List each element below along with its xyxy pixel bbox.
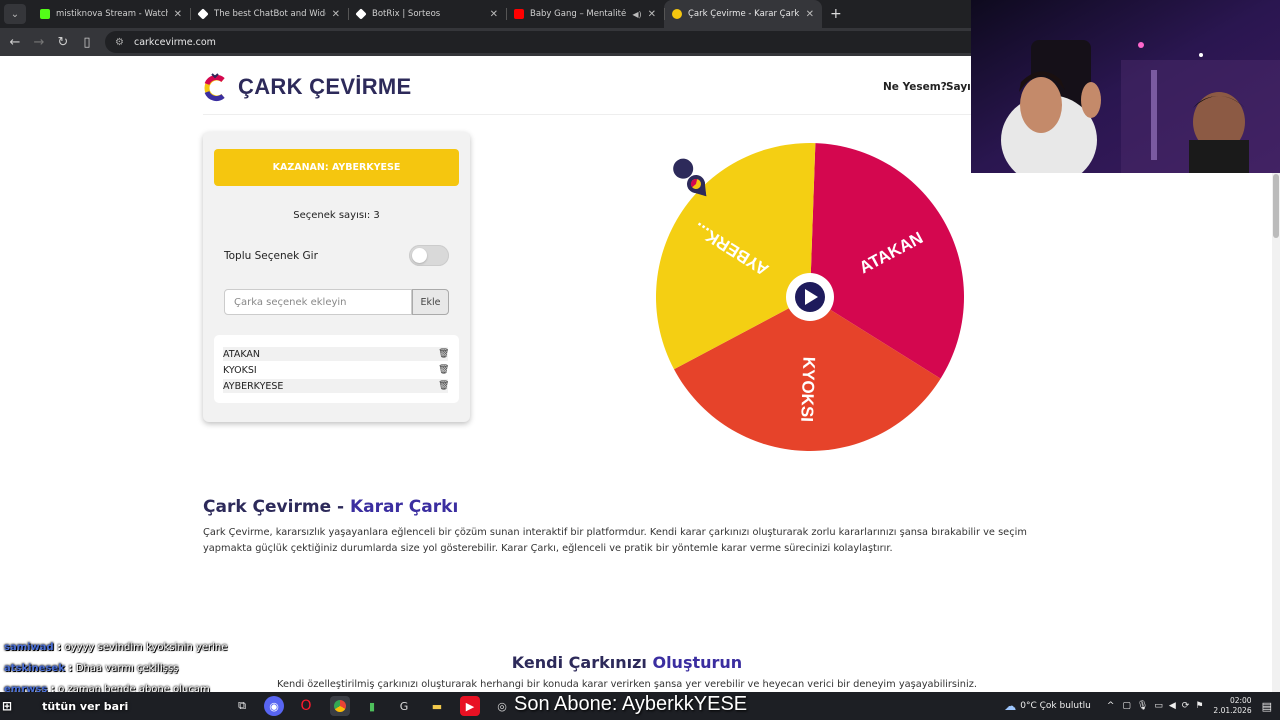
stream-chat-overlay: samiwad : oyyyy sevindim kyoksinin yerin… — [4, 637, 227, 700]
discord-icon[interactable]: ◉ — [264, 696, 284, 716]
browser-tab[interactable]: BotRix | Sorteos ✕ — [348, 0, 506, 28]
toggle-knob — [412, 248, 427, 263]
site-title[interactable]: ÇARK ÇEVİRME — [238, 74, 412, 100]
spin-button[interactable] — [786, 273, 834, 321]
close-icon[interactable]: ✕ — [490, 9, 498, 20]
back-arrow-icon[interactable]: ← — [3, 35, 27, 50]
section-heading: Çark Çevirme - Karar Çarkı — [203, 497, 459, 517]
option-input[interactable] — [224, 289, 412, 315]
bulk-entry-label: Toplu Seçenek Gir — [224, 250, 318, 262]
trash-icon[interactable]: 🗑 — [438, 381, 449, 391]
ticker-text: tütün ver bari — [42, 699, 129, 713]
tab-search-button[interactable]: ⌄ — [4, 4, 26, 24]
page-scrollbar[interactable] — [1272, 172, 1280, 692]
section-paragraph: Çark Çevirme, kararsızlık yaşayanlara eğ… — [203, 527, 1027, 554]
close-icon[interactable]: ✕ — [332, 9, 340, 20]
trash-icon[interactable]: 🗑 — [438, 365, 449, 375]
chat-message: samiwad : oyyyy sevindim kyoksinin yerin… — [4, 642, 228, 653]
close-icon[interactable]: ✕ — [174, 9, 182, 20]
speaker-icon[interactable]: ◀) — [632, 10, 641, 19]
browser-tab[interactable]: mistiknova Stream - Watch Live ✕ — [32, 0, 190, 28]
notification-icon[interactable]: ▤ — [1262, 700, 1272, 713]
site-info-icon[interactable]: ⚙ — [115, 37, 124, 48]
network-icon[interactable]: ▭ — [1154, 701, 1163, 711]
volume-icon[interactable]: ◀ — [1169, 701, 1176, 711]
wheel-options-panel: KAZANAN: AYBERKYESE Seçenek sayısı: 3 To… — [203, 132, 470, 422]
cark-logo-icon[interactable] — [203, 73, 227, 103]
spin-wheel[interactable]: ATAKANKYOKSIAYBERK... — [650, 142, 970, 458]
trash-icon[interactable]: 🗑 — [438, 349, 449, 359]
file-icon[interactable]: ▮ — [362, 696, 382, 716]
microphone-icon[interactable]: 🎙 — [1137, 701, 1148, 711]
winner-banner: KAZANAN: AYBERKYESE — [214, 149, 459, 186]
media-app-icon[interactable]: ▶ — [460, 696, 480, 716]
forward-arrow-icon[interactable]: → — [27, 35, 51, 50]
browser-tab-active[interactable]: Çark Çevirme - Karar Çarkı ✕ — [664, 0, 822, 28]
browser-tab[interactable]: The best ChatBot and Widgets ✕ — [190, 0, 348, 28]
reload-icon[interactable]: ↻ — [51, 35, 75, 50]
diamond-icon — [355, 8, 367, 20]
windows-start-icon[interactable]: ⊞ — [2, 699, 12, 713]
new-tab-button[interactable]: + — [830, 6, 842, 22]
sync-icon[interactable]: ⟳ — [1182, 701, 1190, 711]
subscriber-alert: Son Abone: AyberkkYESE — [514, 693, 748, 715]
chrome-icon[interactable] — [330, 696, 350, 716]
chatgpt-icon[interactable]: G — [394, 696, 414, 716]
system-tray: ☁ 0°C Çok bulutlu ^ ▢ 🎙 ▭ ◀ ⟳ ⚑ 02:00 2.… — [1004, 692, 1272, 720]
webcam-overlay — [971, 0, 1280, 173]
kick-icon — [40, 9, 50, 19]
tray-icon[interactable]: ▢ — [1122, 701, 1131, 711]
diamond-icon — [197, 8, 209, 20]
stream-ticker: ⊞ tütün ver bari — [2, 692, 128, 720]
close-icon[interactable]: ✕ — [648, 9, 656, 20]
wheel-segment-label: KYOKSI — [797, 356, 818, 422]
chat-message: atskinesek : Dhaa varmı çekilişşş — [4, 663, 179, 674]
weather-text[interactable]: 0°C Çok bulutlu — [1020, 701, 1091, 711]
nav-link-sayi[interactable]: Sayı — [946, 81, 971, 93]
folder-icon[interactable]: ▬ — [427, 696, 447, 716]
options-list: ATAKAN 🗑 KYOKSI 🗑 AYBERKYESE 🗑 — [214, 335, 459, 403]
cloud-icon: ☁ — [1004, 699, 1017, 713]
obs-icon[interactable]: ◎ — [492, 696, 512, 716]
youtube-icon — [514, 9, 524, 19]
clock[interactable]: 02:00 2.01.2026 — [1213, 696, 1251, 716]
list-item: KYOKSI 🗑 — [223, 364, 450, 376]
cark-logo-icon — [672, 9, 682, 19]
option-count: Seçenek sayısı: 3 — [293, 210, 380, 221]
bulk-entry-toggle[interactable] — [409, 245, 449, 266]
add-option-button[interactable]: Ekle — [412, 289, 449, 315]
nav-link-ne-yesem[interactable]: Ne Yesem? — [883, 81, 947, 93]
side-panel-icon[interactable]: ▯ — [75, 35, 99, 50]
scrollbar-thumb[interactable] — [1273, 174, 1279, 238]
opera-icon[interactable]: O — [296, 696, 316, 716]
flag-icon[interactable]: ⚑ — [1195, 701, 1203, 711]
list-item: ATAKAN 🗑 — [223, 347, 450, 361]
url-text: carkcevirme.com — [133, 36, 216, 48]
browser-tab[interactable]: Baby Gang – Mentalité [Offi ◀) ✕ — [506, 0, 664, 28]
list-item: AYBERKYESE 🗑 — [223, 379, 450, 393]
close-icon[interactable]: ✕ — [806, 9, 814, 20]
chevron-up-icon[interactable]: ^ — [1107, 701, 1115, 711]
task-view-icon[interactable]: ⧉ — [232, 696, 252, 716]
